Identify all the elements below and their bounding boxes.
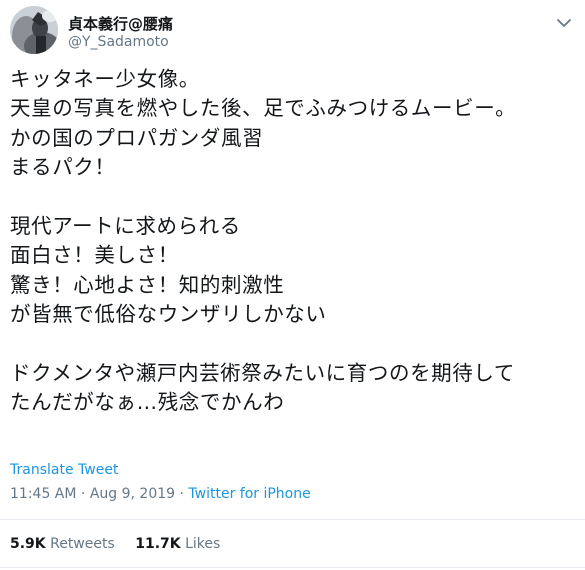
tweet-text-line: かの国のプロパガンダ風習 [10, 125, 264, 150]
tweet-text-line [10, 183, 580, 212]
chevron-down-icon[interactable] [553, 12, 575, 34]
tweet-date[interactable]: Aug 9, 2019 [90, 486, 175, 502]
tweet-time[interactable]: 11:45 AM [10, 486, 76, 502]
likes-label: Likes [185, 536, 221, 552]
avatar[interactable] [10, 6, 58, 54]
meta-separator: · [80, 486, 86, 502]
tweet-text-line: キッタネー少女像。 [10, 67, 200, 91]
tweet-text-line: まるパク！ [10, 155, 116, 180]
tweet-text-line: が皆無で低俗なウンザリしかない [10, 302, 327, 327]
tweet-text-line: ドクメンタや瀬戸内芸術祭みたいに育つのを期待して [10, 360, 515, 385]
tweet-text-line: たんだがなぁ…残念でかんわ [10, 390, 285, 415]
avatar-image [10, 6, 58, 54]
meta-separator: · [179, 486, 184, 502]
tweet-text-line [10, 330, 580, 359]
user-handle[interactable]: @Y_Sadamoto [68, 34, 169, 50]
retweets-label: Retweets [50, 536, 115, 552]
tweet-text-line: 現代アートに求められる [10, 213, 241, 238]
tweet-text-line: 面白さ！美しさ！ [10, 243, 179, 268]
tweet-card: 貞本義行@腰痛 @Y_Sadamoto キッタネー少女像。 天皇の写真を燃やした… [0, 0, 585, 570]
likes-stat[interactable]: 11.7K Likes [135, 536, 220, 552]
tweet-text-line: 天皇の写真を燃やした後、足でふみつけるムービー。 [10, 96, 517, 121]
tweet-text-line: 驚き！心地よさ！知的刺激性 [10, 272, 285, 297]
display-name[interactable]: 貞本義行@腰痛 [68, 13, 173, 34]
tweet-text: キッタネー少女像。 天皇の写真を燃やした後、足でふみつけるムービー。 かの国のプ… [10, 65, 580, 418]
likes-count: 11.7K [135, 536, 181, 552]
tweet-stats: 5.9K Retweets 11.7K Likes [10, 536, 236, 552]
tweet-source-link[interactable]: Twitter for iPhone [188, 486, 310, 502]
divider [0, 519, 585, 520]
divider [0, 567, 585, 568]
translate-tweet-link[interactable]: Translate Tweet [10, 462, 118, 478]
retweets-count: 5.9K [10, 536, 46, 552]
retweets-stat[interactable]: 5.9K Retweets [10, 536, 115, 552]
tweet-metadata: 11:45 AM · Aug 9, 2019 · Twitter for iPh… [10, 486, 311, 502]
